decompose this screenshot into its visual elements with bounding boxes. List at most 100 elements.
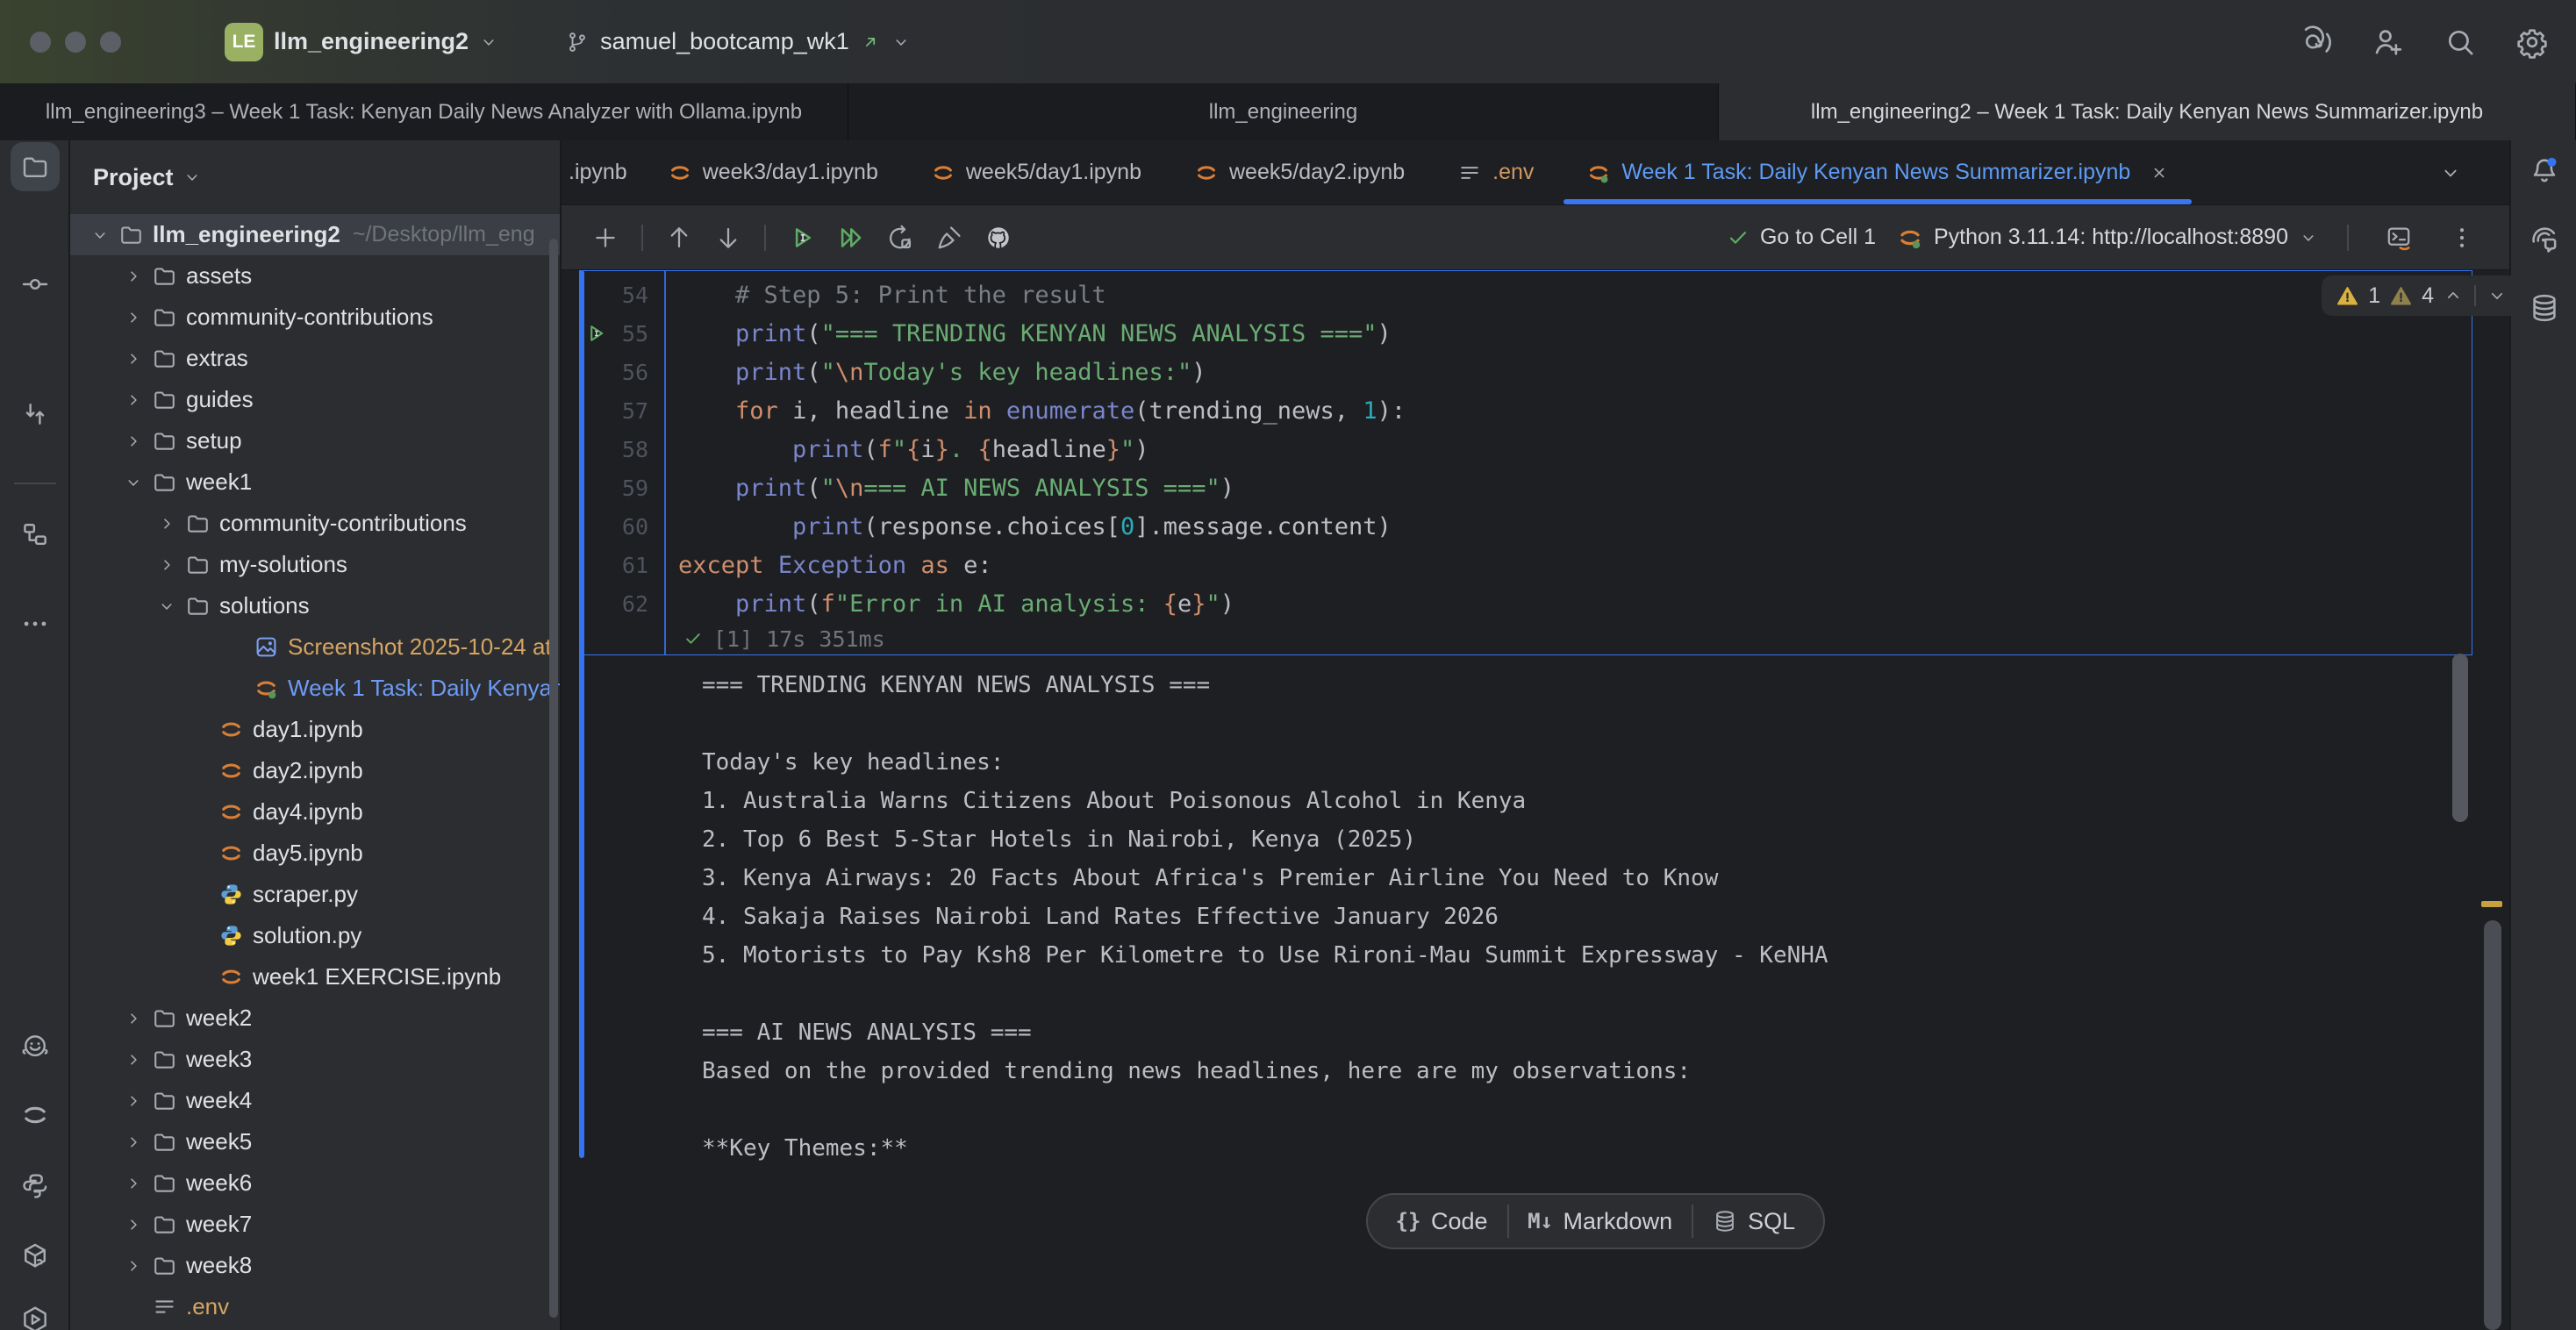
- chevron-right-icon[interactable]: [118, 1091, 149, 1111]
- tree-item-week3[interactable]: week3: [70, 1039, 560, 1080]
- chevron-right-icon[interactable]: [118, 1215, 149, 1234]
- run-cell-button[interactable]: [781, 217, 823, 259]
- branch-widget[interactable]: samuel_bootcamp_wk1: [556, 23, 919, 61]
- tree-item-week1[interactable]: week1: [70, 461, 560, 503]
- code-line-54[interactable]: 54 # Step 5: Print the result: [580, 275, 2472, 314]
- activity-version-control-button[interactable]: [11, 390, 60, 439]
- clear-outputs-button[interactable]: [928, 217, 970, 259]
- chevron-right-icon[interactable]: [118, 1050, 149, 1069]
- notifications-button[interactable]: [2524, 151, 2565, 191]
- kernel-selector[interactable]: Python 3.11.14: http://localhost:8890: [1897, 225, 2318, 251]
- chevron-right-icon[interactable]: [151, 514, 182, 533]
- move-cell-down-button[interactable]: [707, 217, 749, 259]
- tree-item-day5-ipynb[interactable]: day5.ipynb: [70, 833, 560, 874]
- window-tab-2[interactable]: llm_engineering: [848, 83, 1719, 140]
- tree-item-screenshot-2025-10-24-at[interactable]: Screenshot 2025-10-24 at: [70, 626, 560, 668]
- add-sql-cell-button[interactable]: SQL: [1693, 1195, 1814, 1248]
- chevron-right-icon[interactable]: [118, 1133, 149, 1152]
- editor-tab-week3-day1-ipynb[interactable]: week3/day1.ipynb: [641, 140, 905, 204]
- inspections-widget[interactable]: 1 4: [2322, 275, 2522, 316]
- chevron-right-icon[interactable]: [118, 390, 149, 410]
- project-widget[interactable]: LE llm_engineering2: [216, 18, 507, 67]
- code-line-62[interactable]: 62 print(f"Error in AI analysis: {e}"): [580, 584, 2472, 623]
- ai-assistant-chat-button[interactable]: [2524, 219, 2565, 260]
- tree-item-community-contributions[interactable]: community-contributions: [70, 503, 560, 544]
- code-line-60[interactable]: 60 print(response.choices[0].message.con…: [580, 507, 2472, 546]
- tree-item-day2-ipynb[interactable]: day2.ipynb: [70, 750, 560, 791]
- tree-item-week1-exercise-ipynb[interactable]: week1 EXERCISE.ipynb: [70, 956, 560, 998]
- project-tree-scrollbar[interactable]: [549, 239, 558, 1318]
- code-line-58[interactable]: 58 print(f"{i}. {headline}"): [580, 430, 2472, 468]
- tree-item-solutions[interactable]: solutions: [70, 585, 560, 626]
- add-user-button[interactable]: [2365, 19, 2411, 65]
- go-to-cell-button[interactable]: Go to Cell 1: [1727, 225, 1876, 250]
- run-all-cells-button[interactable]: [830, 217, 872, 259]
- tree-item-week6[interactable]: week6: [70, 1162, 560, 1204]
- add-markdown-cell-button[interactable]: M↓ Markdown: [1509, 1195, 1692, 1248]
- add-code-cell-button[interactable]: {} Code: [1377, 1195, 1507, 1248]
- code-line-61[interactable]: 61except Exception as e:: [580, 546, 2472, 584]
- window-tab-1[interactable]: llm_engineering3 – Week 1 Task: Kenyan D…: [0, 83, 848, 140]
- project-panel-header[interactable]: Project: [70, 140, 560, 214]
- editor-tab-env[interactable]: .env: [1431, 140, 1560, 204]
- chevron-right-icon[interactable]: [118, 267, 149, 286]
- tree-item-week7[interactable]: week7: [70, 1204, 560, 1245]
- chevron-right-icon[interactable]: [151, 555, 182, 575]
- tree-item-week4[interactable]: week4: [70, 1080, 560, 1121]
- activity-python-packages-button[interactable]: [11, 1232, 60, 1281]
- code-line-59[interactable]: 59 print("\n=== AI NEWS ANALYSIS ==="): [580, 468, 2472, 507]
- activity-jupyter-button[interactable]: [11, 1090, 60, 1140]
- tab-list-chevron-icon[interactable]: [2439, 161, 2462, 184]
- database-button[interactable]: [2524, 288, 2565, 328]
- activity-more-tools-button[interactable]: [11, 599, 60, 648]
- code-line-55[interactable]: 55 print("=== TRENDING KENYAN NEWS ANALY…: [580, 314, 2472, 353]
- ai-assistant-button[interactable]: [2293, 19, 2339, 65]
- add-cell-button[interactable]: [584, 217, 626, 259]
- tree-item-scraper-py[interactable]: scraper.py: [70, 874, 560, 915]
- tree-item-my-solutions[interactable]: my-solutions: [70, 544, 560, 585]
- editor-tab-ipynb[interactable]: .ipynb: [562, 140, 641, 204]
- chevron-right-icon[interactable]: [118, 1009, 149, 1028]
- tree-item-env[interactable]: .env: [70, 1286, 560, 1327]
- tree-item-week2[interactable]: week2: [70, 998, 560, 1039]
- window-tab-3[interactable]: llm_engineering2 – Week 1 Task: Daily Ke…: [1719, 83, 2576, 140]
- warning-stripe-mark[interactable]: [2481, 901, 2502, 907]
- tree-item-setup[interactable]: setup: [70, 420, 560, 461]
- restart-kernel-button[interactable]: [879, 217, 921, 259]
- tree-item-extras[interactable]: extras: [70, 338, 560, 379]
- more-options-button[interactable]: [2441, 217, 2483, 259]
- move-cell-up-button[interactable]: [658, 217, 700, 259]
- code-line-56[interactable]: 56 print("\nToday's key headlines:"): [580, 353, 2472, 391]
- settings-button[interactable]: [2509, 19, 2555, 65]
- tree-item-day1-ipynb[interactable]: day1.ipynb: [70, 709, 560, 750]
- editor-tab-week5-day1-ipynb[interactable]: week5/day1.ipynb: [905, 140, 1168, 204]
- code-line-57[interactable]: 57 for i, headline in enumerate(trending…: [580, 391, 2472, 430]
- activity-python-console-button[interactable]: [11, 1162, 60, 1211]
- activity-structure-button[interactable]: [11, 510, 60, 559]
- search-button[interactable]: [2437, 19, 2483, 65]
- chevron-right-icon[interactable]: [118, 308, 149, 327]
- close-tab-icon[interactable]: [2150, 163, 2169, 182]
- cell-output[interactable]: === TRENDING KENYAN NEWS ANALYSIS === To…: [579, 666, 2472, 1168]
- window-close-button[interactable]: [30, 32, 51, 53]
- activity-commit-button[interactable]: [11, 260, 60, 309]
- tree-item-llm-engineering2[interactable]: llm_engineering2~/Desktop/llm_eng: [70, 214, 560, 255]
- tree-item-solution-py[interactable]: solution.py: [70, 915, 560, 956]
- tree-item-guides[interactable]: guides: [70, 379, 560, 420]
- chevron-right-icon[interactable]: [118, 1174, 149, 1193]
- window-zoom-button[interactable]: [100, 32, 121, 53]
- activity-hugging-face-button[interactable]: [11, 1022, 60, 1071]
- tree-item-day4-ipynb[interactable]: day4.ipynb: [70, 791, 560, 833]
- chevron-down-icon[interactable]: [118, 473, 149, 492]
- previous-warning-button[interactable]: [2443, 285, 2464, 306]
- chevron-down-icon[interactable]: [84, 225, 116, 245]
- activity-project-button[interactable]: [11, 142, 60, 191]
- chevron-right-icon[interactable]: [118, 1256, 149, 1276]
- tree-item-community-contributions[interactable]: community-contributions: [70, 297, 560, 338]
- github-button[interactable]: [977, 217, 1020, 259]
- tree-item-assets[interactable]: assets: [70, 255, 560, 297]
- editor-scrollbar[interactable]: [2484, 920, 2501, 1330]
- editor-tab-week-1-task-daily-kenyan-news-summarizer-ipynb[interactable]: Week 1 Task: Daily Kenyan News Summarize…: [1560, 140, 2195, 204]
- chevron-right-icon[interactable]: [118, 432, 149, 451]
- tree-item-week5[interactable]: week5: [70, 1121, 560, 1162]
